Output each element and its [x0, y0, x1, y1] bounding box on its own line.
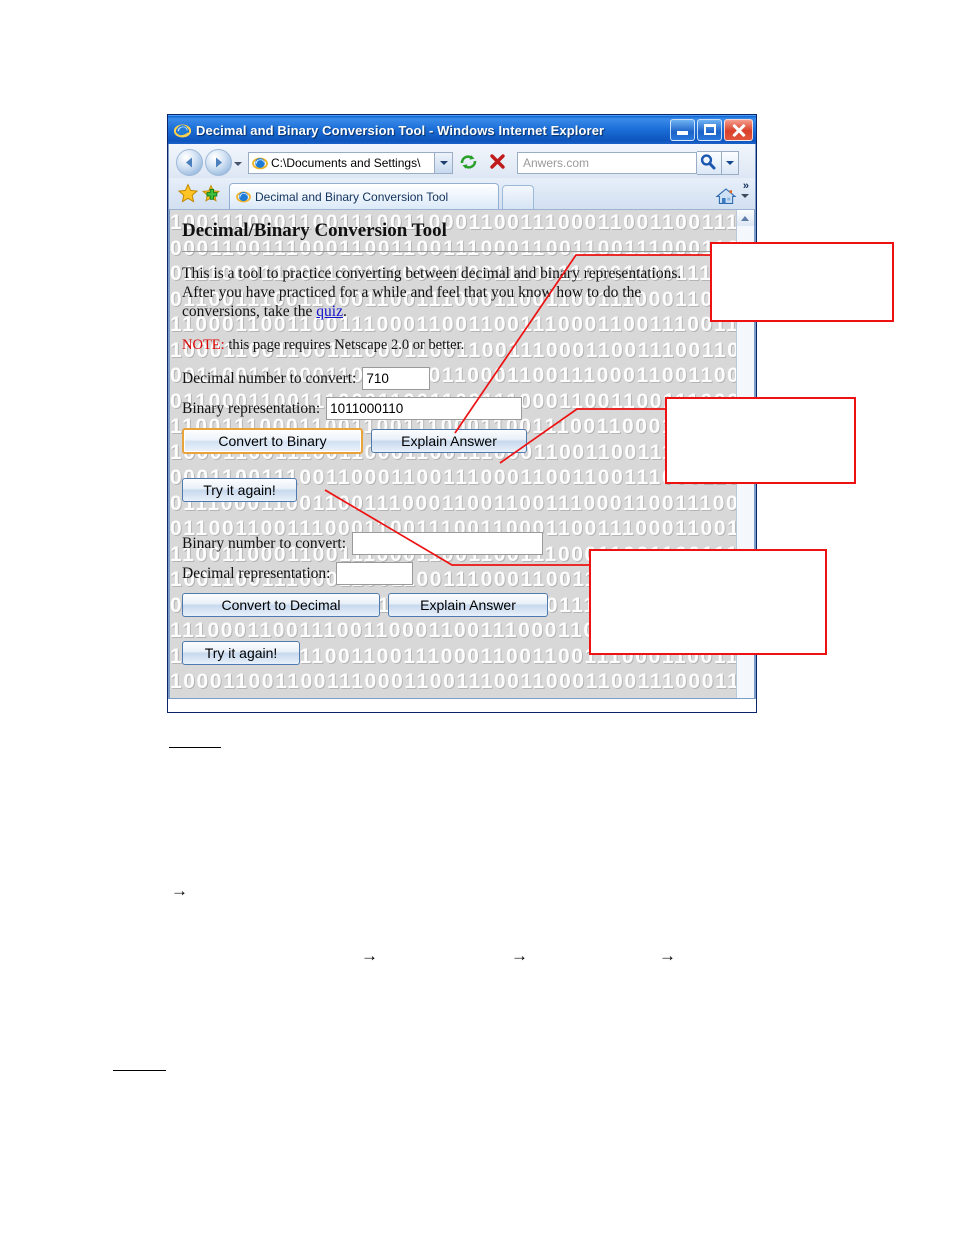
decimal-representation-label: Decimal representation: [182, 564, 331, 582]
note-label: NOTE: [182, 337, 225, 353]
callout-box-1 [710, 242, 894, 322]
binary-representation-label: Binary representation: [182, 399, 321, 417]
decimal-input-row: Decimal number to convert: [182, 367, 736, 390]
decimal-section-buttons: Convert to Binary Explain Answer [182, 428, 736, 454]
tab-decimal-and-binary-conversion-tool[interactable]: Decimal and Binary Conversion Tool [229, 183, 499, 209]
intro-text-part1: This is a tool to practice converting be… [182, 265, 682, 320]
internet-explorer-icon [174, 122, 191, 139]
refresh-button[interactable] [457, 151, 482, 175]
try-again-decimal-button[interactable]: Try it again! [182, 641, 300, 665]
address-favicon-icon [252, 155, 268, 171]
recent-pages-chevron-down-icon[interactable] [232, 153, 243, 173]
binary-representation-field[interactable] [326, 397, 523, 420]
search-placeholder: Anwers.com [523, 155, 590, 170]
home-icon[interactable] [715, 186, 737, 206]
decimal-number-label: Decimal number to convert: [182, 369, 357, 387]
decimal-number-input[interactable] [362, 367, 431, 390]
page-title: Decimal/Binary Conversion Tool [182, 220, 447, 241]
add-to-favorites-icon[interactable] [200, 183, 223, 205]
binary-number-input[interactable] [352, 532, 543, 555]
search-options-chevron-down-icon[interactable] [722, 150, 739, 175]
window-controls [670, 119, 753, 141]
decimal-retry-row: Try it again! [182, 478, 736, 502]
intro-text-part2: . [342, 303, 347, 320]
forward-button[interactable] [205, 149, 232, 176]
address-bar[interactable]: C:\Documents and Settings\ [248, 151, 453, 174]
document-arrow-4: → [659, 946, 676, 965]
close-button[interactable] [724, 119, 753, 141]
stop-button[interactable] [486, 151, 511, 175]
callout-box-2 [665, 397, 856, 484]
note-text: this page requires Netscape 2.0 or bette… [224, 337, 465, 353]
document-rule-top [169, 747, 221, 748]
title-divider [182, 251, 728, 252]
address-url-text: C:\Documents and Settings\ [271, 155, 421, 170]
binary-number-label: Binary number to convert: [182, 534, 346, 552]
search-button[interactable] [697, 150, 722, 175]
document-arrow-2: → [361, 946, 378, 965]
window-title: Decimal and Binary Conversion Tool - Win… [196, 122, 605, 138]
maximize-button[interactable] [697, 119, 722, 141]
title-bar: Decimal and Binary Conversion Tool - Win… [168, 115, 756, 144]
intro-paragraph: This is a tool to practice converting be… [182, 264, 698, 321]
favorites-center-star-icon[interactable] [177, 183, 200, 205]
binary-representation-row: Binary representation: [182, 397, 736, 420]
tab-label: Decimal and Binary Conversion Tool [255, 189, 449, 204]
toolbar-overflow-icon[interactable]: » [743, 180, 749, 192]
convert-to-binary-button[interactable]: Convert to Binary [182, 428, 363, 454]
scroll-up-arrow-icon[interactable] [737, 210, 754, 227]
document-arrow-1: → [171, 881, 188, 900]
try-again-binary-button[interactable]: Try it again! [182, 478, 297, 502]
document-rule-bottom [113, 1070, 166, 1071]
new-tab-button[interactable] [502, 185, 534, 209]
navigation-toolbar: C:\Documents and Settings\ Anwers.com [169, 144, 755, 178]
decimal-representation-field[interactable] [336, 562, 414, 585]
minimize-button[interactable] [670, 119, 695, 141]
tab-bar: Decimal and Binary Conversion Tool » [169, 178, 755, 209]
address-dropdown-chevron-down-icon[interactable] [434, 152, 452, 173]
document-arrow-3: → [511, 946, 528, 965]
back-button[interactable] [176, 149, 203, 176]
search-box[interactable]: Anwers.com [517, 151, 697, 174]
explain-answer-decimal-button[interactable]: Explain Answer [388, 593, 548, 617]
quiz-link[interactable]: quiz [316, 303, 343, 320]
tab-favicon-icon [236, 189, 251, 204]
note-paragraph: NOTE: this page requires Netscape 2.0 or… [182, 337, 736, 354]
explain-answer-binary-button[interactable]: Explain Answer [371, 429, 527, 453]
callout-box-3 [589, 549, 827, 655]
convert-to-decimal-button[interactable]: Convert to Decimal [182, 593, 380, 617]
